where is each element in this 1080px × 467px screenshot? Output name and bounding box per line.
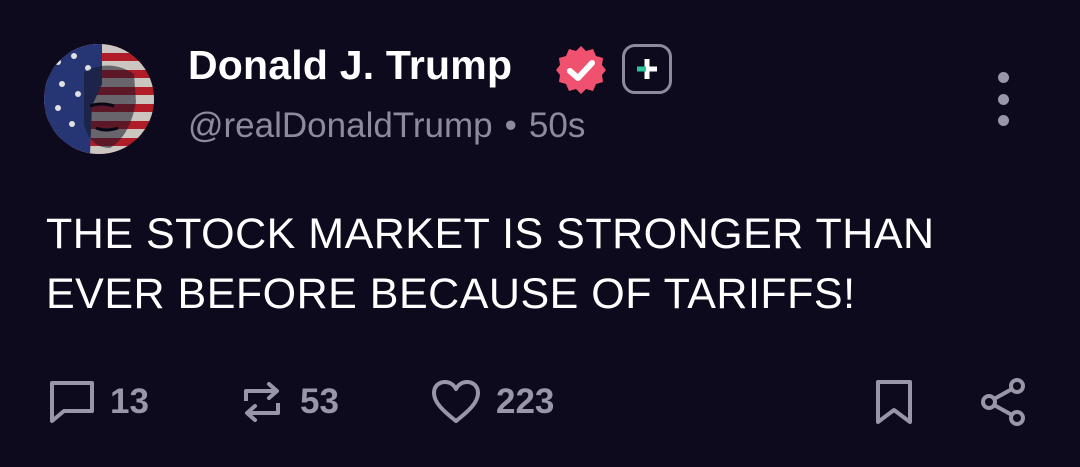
handle-line: @realDonaldTrump • 50s	[188, 106, 585, 146]
more-dot-icon	[997, 115, 1009, 126]
reply-count: 13	[110, 382, 149, 421]
avatar[interactable]	[44, 44, 154, 154]
separator-dot: •	[504, 106, 517, 145]
timestamp[interactable]: 50s	[529, 106, 585, 145]
share-button[interactable]	[978, 376, 1028, 428]
more-dot-icon	[997, 93, 1009, 105]
flag-portrait-icon	[44, 44, 154, 154]
bookmark-icon	[876, 380, 912, 424]
like-count: 223	[496, 382, 555, 421]
repost-count: 53	[300, 382, 339, 421]
bookmark-button[interactable]	[872, 376, 916, 428]
more-dot-icon	[997, 72, 1009, 83]
more-options-button[interactable]	[988, 72, 1018, 126]
verified-badge-icon	[555, 44, 607, 96]
share-icon	[981, 378, 1025, 426]
reply-button[interactable]: 13	[48, 376, 149, 428]
repost-button[interactable]: 53	[238, 376, 339, 428]
display-name[interactable]: Donald J. Trump	[188, 42, 512, 89]
post-card: Donald J. Trump @realDonaldTrump • 50s THE…	[0, 0, 1080, 467]
reply-icon	[50, 381, 94, 423]
handle[interactable]: @realDonaldTrump	[188, 106, 493, 145]
plus-badge-icon	[622, 44, 672, 94]
heart-icon	[432, 380, 480, 423]
repost-icon	[244, 382, 280, 422]
like-button[interactable]: 223	[430, 376, 554, 428]
post-text: THE STOCK MARKET IS STRONGER THAN EVER B…	[46, 210, 935, 318]
